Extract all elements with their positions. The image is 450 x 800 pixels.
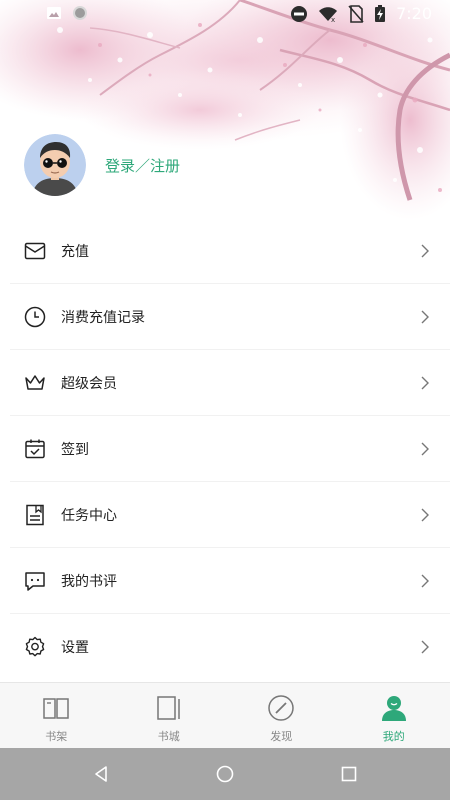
avatar-image: [24, 134, 86, 196]
menu-item-recharge[interactable]: 充值: [10, 218, 450, 284]
nav-item-mine[interactable]: 我的: [338, 683, 450, 749]
chevron-right-icon: [421, 574, 429, 587]
nav-label: 书城: [157, 730, 180, 743]
menu-item-label: 充值: [61, 243, 89, 260]
recents-icon[interactable]: [340, 765, 358, 783]
nav-label: 书架: [45, 730, 68, 743]
profile-block[interactable]: 登录／注册: [24, 134, 180, 196]
home-icon[interactable]: [216, 765, 234, 783]
menu-list: 充值 消费充值记录 超级会员 签到 任务中心 我的书评 设置: [0, 218, 450, 679]
calendar-check-icon: [24, 438, 46, 460]
menu-item-tasks[interactable]: 任务中心: [10, 482, 450, 548]
book-store-icon: [157, 696, 180, 720]
menu-item-label: 超级会员: [61, 375, 117, 392]
crown-icon: [24, 372, 46, 394]
chevron-right-icon: [421, 244, 429, 257]
login-register-link[interactable]: 登录／注册: [105, 155, 180, 176]
gear-icon: [24, 636, 46, 658]
menu-item-settings[interactable]: 设置: [10, 614, 450, 679]
system-nav-bar: [0, 748, 450, 800]
nav-item-discover[interactable]: 发现: [225, 683, 338, 749]
menu-item-label: 设置: [61, 639, 89, 656]
menu-item-vip[interactable]: 超级会员: [10, 350, 450, 416]
status-time: 7:20: [396, 4, 432, 23]
no-sim-icon: [348, 4, 364, 23]
menu-item-reviews[interactable]: 我的书评: [10, 548, 450, 614]
menu-item-label: 任务中心: [61, 507, 117, 524]
chevron-right-icon: [421, 376, 429, 389]
battery-charging-icon: [375, 4, 386, 22]
menu-item-label: 签到: [61, 441, 89, 458]
chevron-right-icon: [421, 442, 429, 455]
svg-text:x: x: [331, 16, 335, 23]
task-document-icon: [24, 504, 46, 526]
menu-item-label: 我的书评: [61, 573, 117, 590]
nav-item-bookshelf[interactable]: 书架: [0, 683, 113, 749]
nav-item-bookstore[interactable]: 书城: [113, 683, 226, 749]
wifi-icon: x: [319, 6, 338, 23]
avatar[interactable]: [24, 134, 86, 196]
comment-icon: [24, 570, 46, 592]
menu-item-records[interactable]: 消费充值记录: [10, 284, 450, 350]
clock-icon: [24, 306, 46, 328]
wallet-icon: [24, 240, 46, 262]
open-book-icon: [43, 698, 69, 719]
chevron-right-icon: [421, 640, 429, 653]
chevron-right-icon: [421, 310, 429, 323]
circle-icon: [73, 6, 87, 20]
profile-header: x 7:20 登录／注册: [0, 0, 450, 228]
menu-item-label: 消费充值记录: [61, 309, 145, 326]
profile-icon: [381, 696, 406, 721]
do-not-disturb-icon: [291, 5, 308, 22]
image-icon: [47, 7, 61, 19]
nav-label: 我的: [382, 730, 405, 743]
menu-item-checkin[interactable]: 签到: [10, 416, 450, 482]
nav-label: 发现: [270, 730, 293, 743]
bottom-nav: 书架 书城 发现 我的: [0, 682, 450, 749]
chevron-right-icon: [421, 508, 429, 521]
screen: x 7:20 登录／注册 充值 消费充值记录 超级会员 签到 任务中心 我的书评…: [0, 0, 450, 800]
compass-icon: [268, 695, 294, 721]
status-bar: x 7:20: [0, 0, 450, 28]
back-icon[interactable]: [92, 765, 110, 783]
